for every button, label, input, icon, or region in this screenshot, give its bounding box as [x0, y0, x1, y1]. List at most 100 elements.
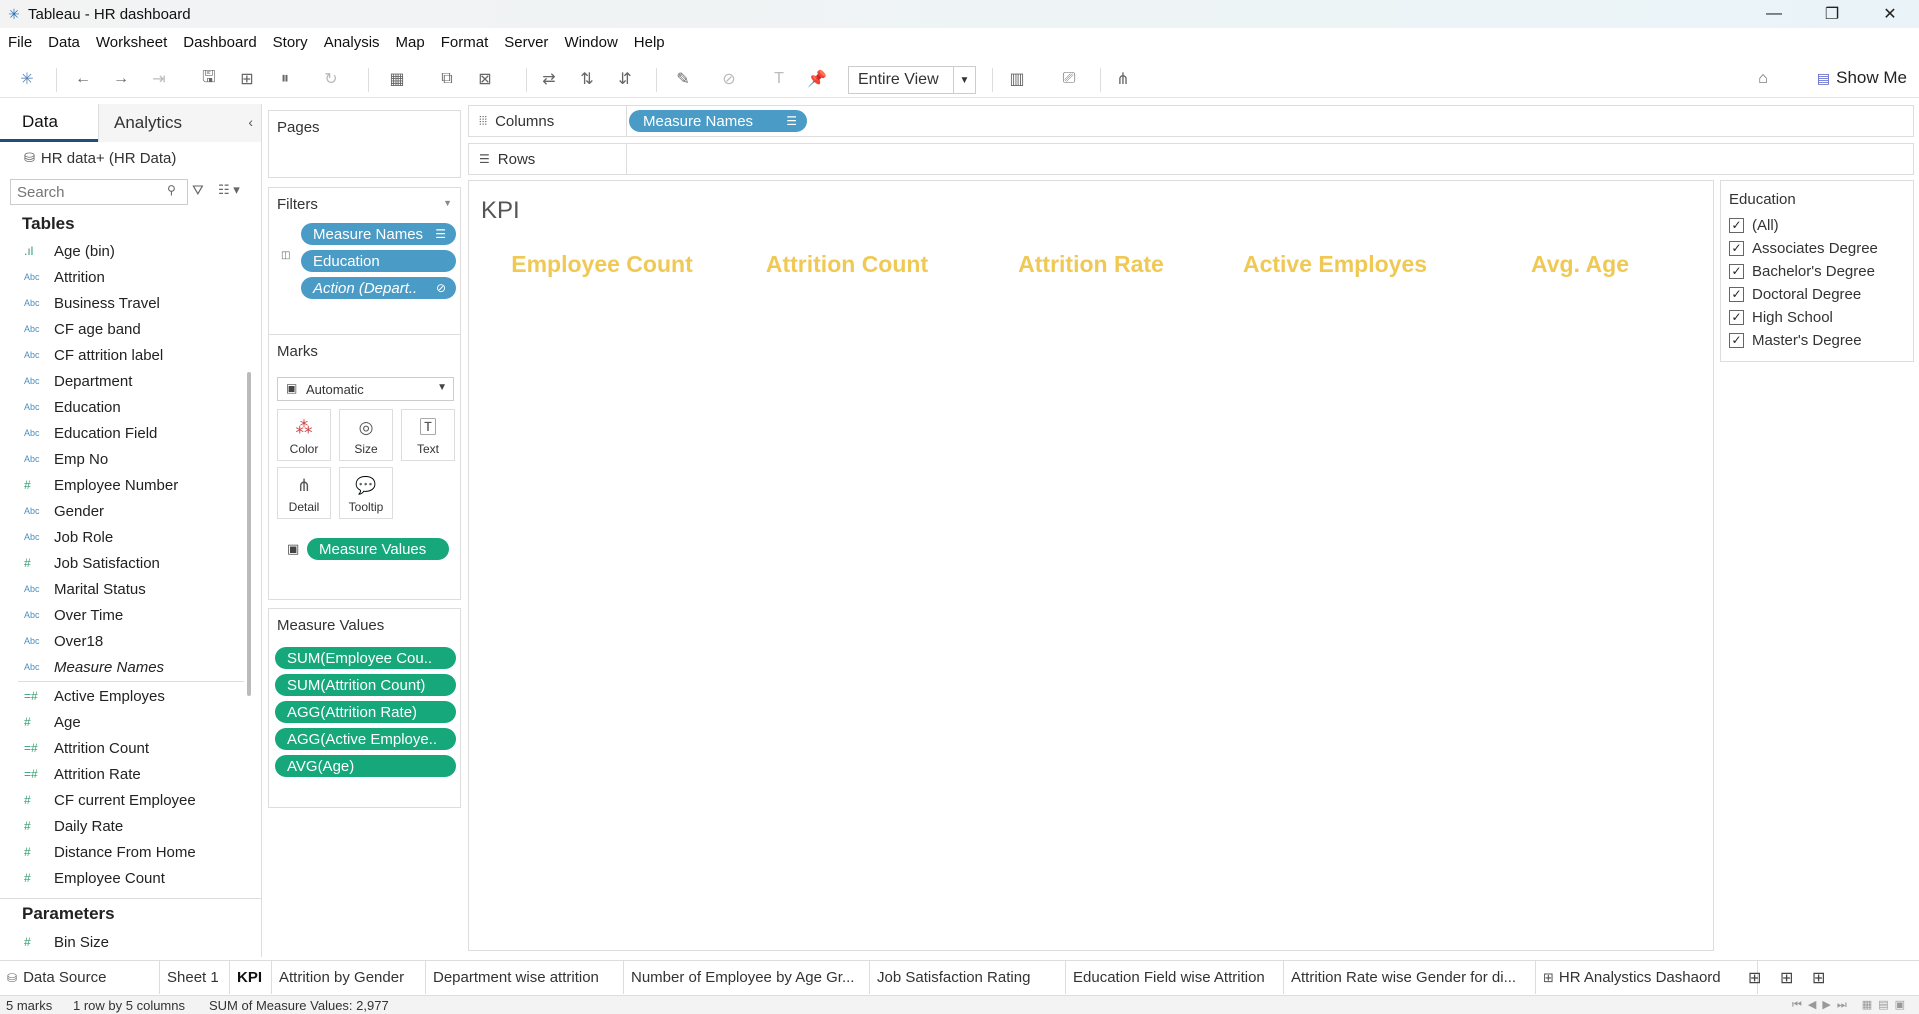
field-age[interactable]: # Age — [0, 709, 261, 735]
tab-data-source[interactable]: ⛁ Data Source — [0, 961, 160, 994]
menu-analysis[interactable]: Analysis — [324, 34, 380, 51]
collapse-pane-icon[interactable]: ‹ — [248, 114, 253, 130]
undo-icon[interactable]: ← — [72, 68, 94, 90]
tab-employee-by-age[interactable]: Number of Employee by Age Gr... — [624, 961, 870, 994]
menu-dashboard[interactable]: Dashboard — [183, 34, 256, 51]
measure-pill[interactable]: AVG(Age) — [275, 755, 456, 777]
field-bin-size[interactable]: # Bin Size — [0, 929, 261, 955]
field-department[interactable]: Abc Department — [0, 368, 261, 394]
sheet-navigation[interactable]: ⏮◀▶⏭ ▦▤▣ — [1792, 998, 1911, 1012]
sort-descending-icon[interactable]: ⇵ — [614, 68, 636, 90]
column-header-attrition-count[interactable]: Attrition Count — [766, 251, 928, 278]
education-option-high-school[interactable]: ✓ High School — [1721, 306, 1913, 329]
marks-pill-measure-values[interactable]: Measure Values — [307, 538, 449, 560]
field-job-role[interactable]: Abc Job Role — [0, 524, 261, 550]
tab-job-satisfaction[interactable]: Job Satisfaction Rating — [870, 961, 1066, 994]
show-cards-icon[interactable]: ▥ — [1006, 68, 1028, 90]
menu-story[interactable]: Story — [273, 34, 308, 51]
field-job-satisfaction[interactable]: # Job Satisfaction — [0, 550, 261, 576]
swap-rows-columns-icon[interactable]: ⇄ — [538, 68, 560, 90]
rows-shelf[interactable]: ☰ Rows — [468, 143, 1914, 175]
search-input[interactable] — [10, 179, 188, 205]
field-business-travel[interactable]: Abc Business Travel — [0, 290, 261, 316]
field-over-time[interactable]: Abc Over Time — [0, 602, 261, 628]
field-employee-count[interactable]: # Employee Count — [0, 865, 261, 891]
field-education[interactable]: Abc Education — [0, 394, 261, 420]
show-me-button[interactable]: ▤ Show Me — [1817, 68, 1907, 88]
tooltip-button[interactable]: 💬 Tooltip — [339, 467, 393, 519]
size-button[interactable]: ◎ Size — [339, 409, 393, 461]
menu-data[interactable]: Data — [48, 34, 80, 51]
share-icon[interactable]: ⋔ — [1112, 68, 1134, 90]
view-options-icon[interactable]: ☷ ▾ — [218, 182, 240, 198]
new-dashboard-tab-icon[interactable]: ⊞ — [1780, 968, 1793, 988]
education-option-all[interactable]: ✓ (All) — [1721, 214, 1913, 237]
field-gender[interactable]: Abc Gender — [0, 498, 261, 524]
checkbox[interactable]: ✓ — [1729, 333, 1744, 348]
measure-pill[interactable]: SUM(Attrition Count) — [275, 674, 456, 696]
menu-help[interactable]: Help — [634, 34, 665, 51]
education-option-bachelor-s-degree[interactable]: ✓ Bachelor's Degree — [1721, 260, 1913, 283]
new-story-tab-icon[interactable]: ⊞ — [1812, 968, 1825, 988]
format-painter-icon[interactable]: ⌂ — [1752, 68, 1774, 90]
text-button[interactable]: 🅃 Text — [401, 409, 455, 461]
menu-window[interactable]: Window — [564, 34, 617, 51]
minimize-button[interactable]: — — [1745, 0, 1803, 28]
filter-icon[interactable]: ⛛ — [192, 182, 204, 199]
restore-button[interactable]: ❐ — [1803, 0, 1861, 28]
tab-attrition-by-gender[interactable]: Attrition by Gender — [272, 961, 426, 994]
tableau-home-icon[interactable]: ✳ — [16, 68, 38, 90]
field-marital-status[interactable]: Abc Marital Status — [0, 576, 261, 602]
menu-file[interactable]: File — [8, 34, 32, 51]
replay-icon[interactable]: ⇥ — [148, 68, 170, 90]
new-datasource-icon[interactable]: ⊞ — [236, 68, 258, 90]
field-cf-current-employee[interactable]: # CF current Employee — [0, 787, 261, 813]
education-option-associates-degree[interactable]: ✓ Associates Degree — [1721, 237, 1913, 260]
checkbox[interactable]: ✓ — [1729, 264, 1744, 279]
highlight-icon[interactable]: ✎ — [672, 68, 694, 90]
detail-button[interactable]: ⋔ Detail — [277, 467, 331, 519]
education-option-master-s-degree[interactable]: ✓ Master's Degree — [1721, 329, 1913, 352]
field-attrition-rate[interactable]: =# Attrition Rate — [0, 761, 261, 787]
field-attrition-count[interactable]: =# Attrition Count — [0, 735, 261, 761]
refresh-icon[interactable]: ↻ — [320, 68, 342, 90]
measure-pill[interactable]: AGG(Attrition Rate) — [275, 701, 456, 723]
field-cf-age-band[interactable]: Abc CF age band — [0, 316, 261, 342]
field-education-field[interactable]: Abc Education Field — [0, 420, 261, 446]
field-emp-no[interactable]: Abc Emp No — [0, 446, 261, 472]
field-daily-rate[interactable]: # Daily Rate — [0, 813, 261, 839]
columns-shelf[interactable]: ⦙⦙⦙ Columns Measure Names ☰ — [468, 105, 1914, 137]
column-header-active-employes[interactable]: Active Employes — [1243, 251, 1427, 278]
checkbox[interactable]: ✓ — [1729, 287, 1744, 302]
tab-attrition-rate-gender[interactable]: Attrition Rate wise Gender for di... — [1284, 961, 1536, 994]
datasource-item[interactable]: ⛁ HR data+ (HR Data) — [0, 142, 261, 174]
fit-view-dropdown[interactable]: Entire View ▼ — [848, 66, 976, 94]
measure-pill[interactable]: SUM(Employee Cou.. — [275, 647, 456, 669]
duplicate-sheet-icon[interactable]: ⧉ — [436, 68, 458, 90]
new-worksheet-icon[interactable]: ▦ — [386, 68, 408, 90]
sort-ascending-icon[interactable]: ⇅ — [576, 68, 598, 90]
field-measure-names[interactable]: Abc Measure Names — [0, 654, 261, 680]
field-employee-number[interactable]: # Employee Number — [0, 472, 261, 498]
worksheet-view[interactable]: KPI Employee Count Attrition Count Attri… — [468, 180, 1714, 951]
menu-server[interactable]: Server — [504, 34, 548, 51]
field-over18[interactable]: Abc Over18 — [0, 628, 261, 654]
field-distance-from-home[interactable]: # Distance From Home — [0, 839, 261, 865]
checkbox[interactable]: ✓ — [1729, 310, 1744, 325]
column-header-avg-age[interactable]: Avg. Age — [1531, 251, 1629, 278]
column-header-attrition-rate[interactable]: Attrition Rate — [1018, 251, 1164, 278]
filter-pill-measure-names[interactable]: Measure Names ☰ — [301, 223, 456, 245]
menu-worksheet[interactable]: Worksheet — [96, 34, 167, 51]
columns-pill-measure-names[interactable]: Measure Names ☰ — [629, 110, 807, 132]
card-menu-icon[interactable]: ▼ — [443, 198, 452, 208]
pause-updates-icon[interactable]: ⏸ — [274, 68, 296, 90]
save-icon[interactable]: 🖫 — [198, 68, 220, 90]
column-header-employee-count[interactable]: Employee Count — [511, 251, 692, 278]
pane-scrollbar[interactable] — [247, 372, 251, 696]
field-attrition[interactable]: Abc Attrition — [0, 264, 261, 290]
tab-department-wise-attrition[interactable]: Department wise attrition — [426, 961, 624, 994]
checkbox[interactable]: ✓ — [1729, 218, 1744, 233]
filter-pill-action[interactable]: Action (Depart.. ⊘ — [301, 277, 456, 299]
clear-sheet-icon[interactable]: ⊠ — [474, 68, 496, 90]
checkbox[interactable]: ✓ — [1729, 241, 1744, 256]
